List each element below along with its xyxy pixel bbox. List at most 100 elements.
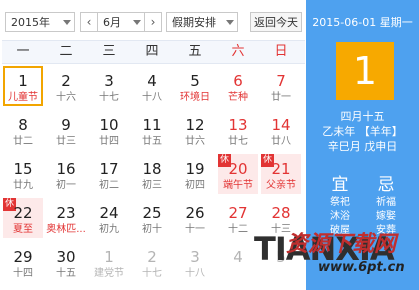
day-cell[interactable]: 6 芒种 [218, 66, 258, 106]
day-number: 16 [56, 160, 76, 178]
year-select[interactable]: 2015年 [5, 12, 75, 32]
day-cell[interactable]: 10 廿四 [89, 110, 129, 150]
holiday-select[interactable]: 假期安排 [166, 12, 238, 32]
ji-item: 祈福 [376, 197, 396, 208]
day-lunar-label: 环境日 [180, 92, 210, 103]
day-number: 1 [18, 72, 28, 90]
day-number: 25 [142, 204, 162, 222]
day-lunar-label: 初二 [99, 180, 119, 191]
day-lunar-label: 端午节 [223, 180, 253, 191]
day-cell[interactable]: 3 十七 [89, 66, 129, 106]
chevron-down-icon [130, 13, 144, 31]
big-day-number: 1 [336, 42, 394, 100]
day-lunar-label: 十八 [185, 268, 205, 279]
day-number: 6 [233, 72, 243, 90]
day-lunar-label: 十六 [56, 92, 76, 103]
day-lunar-label: 初十 [142, 224, 162, 235]
day-cell[interactable]: 5 环境日 [175, 66, 215, 106]
chevron-down-icon [60, 13, 74, 31]
day-cell[interactable]: 2 十六 [46, 66, 86, 106]
day-cell-today[interactable]: 1 儿童节 [3, 66, 43, 106]
prev-month-button[interactable]: ‹ [81, 13, 98, 31]
ji-item: 安葬 [376, 225, 396, 236]
day-number: 20 [228, 160, 248, 178]
day-number: 21 [271, 160, 291, 178]
day-cell[interactable]: 19 初四 [175, 154, 215, 194]
day-cell[interactable]: 12 廿六 [175, 110, 215, 150]
day-lunar-label: 芒种 [228, 92, 248, 103]
day-cell[interactable]: 13 廿七 [218, 110, 258, 150]
day-cell[interactable]: 14 廿八 [261, 110, 301, 150]
day-cell[interactable]: 4 [218, 242, 258, 282]
day-number: 27 [228, 204, 248, 222]
return-today-button[interactable]: 返回今天 [250, 12, 302, 32]
day-cell[interactable]: 25 初十 [132, 198, 172, 238]
calendar-toolbar: 2015年 ‹ 6月 › 假期安排 返回今天 [0, 0, 306, 40]
day-cell[interactable]: 7 廿一 [261, 66, 301, 106]
day-cell[interactable]: 30 十五 [46, 242, 86, 282]
day-cell[interactable]: 8 廿二 [3, 110, 43, 150]
day-cell[interactable]: 28 十三 [261, 198, 301, 238]
day-cell[interactable]: 2 十七 [132, 242, 172, 282]
day-cell[interactable]: 18 初三 [132, 154, 172, 194]
day-lunar-label: 儿童节 [8, 92, 38, 103]
day-lunar-label: 十八 [142, 92, 162, 103]
day-cell[interactable]: 休 21 父亲节 [261, 154, 301, 194]
day-cell[interactable]: 休 22 夏至 [3, 198, 43, 238]
day-lunar-label: 廿四 [99, 136, 119, 147]
day-cell[interactable]: 16 初一 [46, 154, 86, 194]
day-detail-panel: 2015-06-01 星期一 1 四月十五 乙未年 【羊年】 辛巳月 戊申日 宜… [306, 0, 419, 290]
day-number: 12 [185, 116, 205, 134]
selected-date-line: 2015-06-01 星期一 [312, 16, 413, 29]
day-number: 4 [233, 248, 243, 266]
day-number: 1 [104, 248, 114, 266]
day-lunar-label: 初一 [56, 180, 76, 191]
day-number: 8 [18, 116, 28, 134]
day-cell[interactable]: 3 十八 [175, 242, 215, 282]
day-cell[interactable]: 29 十四 [3, 242, 43, 282]
yi-item: 祭祀 [330, 197, 350, 208]
weekday-label: 六 [231, 44, 245, 59]
day-number: 22 [13, 204, 33, 222]
day-cell[interactable]: 17 初二 [89, 154, 129, 194]
day-number: 19 [185, 160, 205, 178]
day-cell[interactable]: 27 十二 [218, 198, 258, 238]
day-number: 3 [104, 72, 114, 90]
day-lunar-label: 夏至 [13, 224, 33, 235]
day-cell[interactable]: 24 初九 [89, 198, 129, 238]
day-number: 3 [190, 248, 200, 266]
day-lunar-label: 十七 [99, 92, 119, 103]
day-lunar-label: 廿六 [185, 136, 205, 147]
day-number: 17 [99, 160, 119, 178]
weekday-header: 一二三四五六日 [2, 40, 305, 64]
day-cell[interactable]: 4 十八 [132, 66, 172, 106]
weekday-label: 一 [16, 44, 30, 59]
day-cell[interactable]: 26 十一 [175, 198, 215, 238]
day-cell[interactable]: 15 廿九 [3, 154, 43, 194]
day-lunar-label: 初四 [185, 180, 205, 191]
day-cell[interactable]: 1 建党节 [89, 242, 129, 282]
day-lunar-label: 廿一 [271, 92, 291, 103]
month-select-value[interactable]: 6月 [98, 14, 130, 30]
day-lunar-label: 奥林匹... [46, 224, 86, 235]
day-cell[interactable]: 9 廿三 [46, 110, 86, 150]
day-lunar-label: 廿二 [13, 136, 33, 147]
day-lunar-label: 十三 [271, 224, 291, 235]
day-number: 7 [276, 72, 286, 90]
day-number: 28 [271, 204, 291, 222]
next-month-button[interactable]: › [144, 13, 161, 31]
day-lunar-label: 十五 [56, 268, 76, 279]
yi-item: 破屋 [330, 225, 350, 236]
month-control: ‹ 6月 › [80, 12, 162, 32]
day-cell[interactable]: 11 廿五 [132, 110, 172, 150]
day-number: 2 [61, 72, 71, 90]
day-cell[interactable]: 23 奥林匹... [46, 198, 86, 238]
day-number: 9 [61, 116, 71, 134]
calendar-main: 2015年 ‹ 6月 › 假期安排 返回今天 一 二 三 四 五 六 日 1 儿童节 2 十六 3 十… [0, 0, 306, 290]
day-number: 2 [147, 248, 157, 266]
day-cell[interactable]: 5 [261, 242, 301, 282]
day-lunar-label: 廿三 [56, 136, 76, 147]
day-number: 5 [190, 72, 200, 90]
day-cell[interactable]: 休 20 端午节 [218, 154, 258, 194]
ji-label: 忌 [377, 175, 395, 195]
